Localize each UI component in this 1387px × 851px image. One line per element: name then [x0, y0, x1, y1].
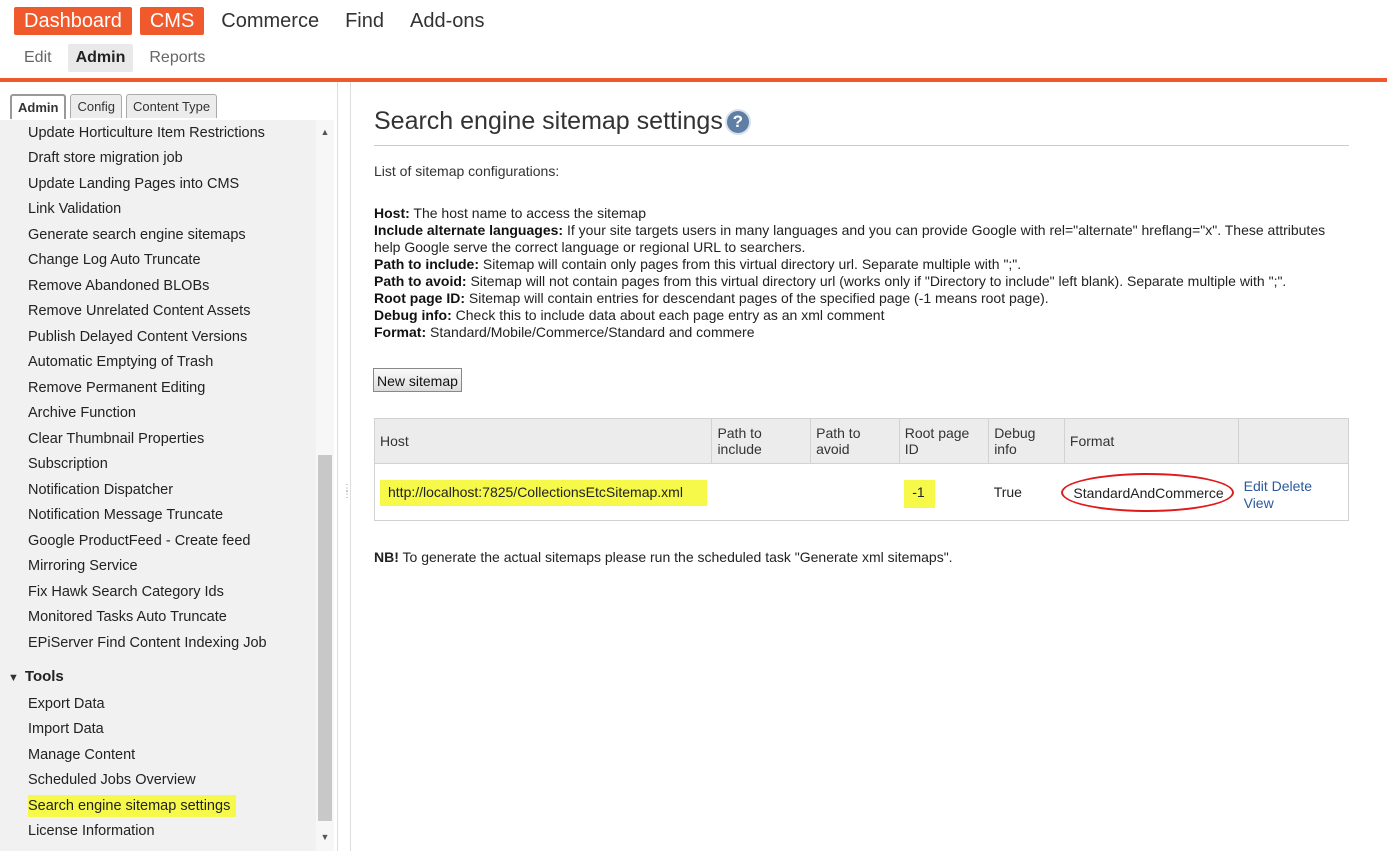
- intro-text: List of sitemap configurations:: [374, 163, 560, 179]
- scroll-thumb[interactable]: [318, 455, 332, 821]
- tree-item-job[interactable]: Notification Message Truncate: [28, 504, 223, 526]
- delete-link[interactable]: Delete: [1272, 478, 1312, 494]
- main-content: Search engine sitemap settings? List of …: [351, 82, 1387, 851]
- tree-item-job[interactable]: Monitored Tasks Auto Truncate: [28, 606, 227, 628]
- tree-item-job[interactable]: Draft store migration job: [28, 147, 183, 169]
- tree-item-job[interactable]: Remove Permanent Editing: [28, 377, 205, 399]
- cell-debug-info: True: [988, 463, 1065, 521]
- nav-dashboard[interactable]: Dashboard: [14, 7, 132, 35]
- sitemap-table: Host Path to include Path to avoid Root …: [373, 418, 1349, 521]
- col-header-host: Host: [373, 418, 713, 464]
- tools-section-header[interactable]: ▼ Tools: [8, 666, 64, 688]
- cell-host: http://localhost:7825/CollectionsEtcSite…: [373, 463, 712, 521]
- sidebar-scrollbar[interactable]: ▲ ▼: [316, 120, 334, 851]
- collapse-triangle-icon[interactable]: ▼: [8, 667, 19, 689]
- top-navigation: Dashboard CMS Commerce Find Add-ons Edit…: [0, 0, 1387, 82]
- tree-item-tool[interactable]: License Information: [28, 820, 155, 842]
- root-page-value: -1: [904, 480, 935, 508]
- scroll-up-arrow-icon[interactable]: ▲: [316, 124, 334, 140]
- tab-content-type[interactable]: Content Type: [126, 94, 218, 118]
- field-descriptions: Host: The host name to access the sitema…: [374, 205, 1334, 341]
- tree-item-job[interactable]: Notification Dispatcher: [28, 479, 173, 501]
- page-title: Search engine sitemap settings?: [374, 107, 751, 136]
- tree-item-tool[interactable]: Import Data: [28, 718, 104, 740]
- pane-splitter[interactable]: ⋮ ⋮: [337, 82, 352, 851]
- tree-item-job[interactable]: Generate search engine sitemaps: [28, 224, 246, 246]
- tree-item-job[interactable]: Remove Abandoned BLOBs: [28, 275, 209, 297]
- nb-label: NB!: [374, 549, 399, 565]
- nb-note: NB! To generate the actual sitemaps plea…: [374, 549, 953, 565]
- format-value: StandardAndCommerce: [1061, 472, 1234, 512]
- tree-item-job[interactable]: Change Log Auto Truncate: [28, 249, 201, 271]
- cell-path-avoid: [810, 463, 900, 521]
- tree-item-job[interactable]: Subscription: [28, 453, 108, 475]
- cell-format: StandardAndCommerce: [1061, 463, 1239, 521]
- desc-path-avoid: Path to avoid: Sitemap will not contain …: [374, 273, 1287, 289]
- tree-item-job[interactable]: Remove Unrelated Content Assets: [28, 300, 250, 322]
- desc-host: Host: The host name to access the sitema…: [374, 205, 647, 221]
- subnav-reports[interactable]: Reports: [141, 44, 213, 72]
- tree-item-tool[interactable]: Manage Content: [28, 744, 135, 766]
- admin-tree: Update Horticulture Item Restrictions Dr…: [0, 120, 316, 851]
- host-value: http://localhost:7825/CollectionsEtcSite…: [380, 480, 707, 506]
- page-title-text: Search engine sitemap settings: [374, 107, 723, 135]
- desc-path-include: Path to include: Sitemap will contain on…: [374, 256, 1022, 272]
- subnav-edit[interactable]: Edit: [16, 44, 60, 72]
- col-header-debug-info: Debug info: [988, 418, 1065, 464]
- cell-path-include: [711, 463, 811, 521]
- col-header-path-avoid: Path to avoid: [810, 418, 900, 464]
- new-sitemap-button[interactable]: New sitemap: [373, 368, 462, 392]
- sidebar-tabs: Admin Config Content Type: [10, 94, 218, 119]
- title-divider: [374, 145, 1349, 146]
- tree-item-job[interactable]: Automatic Emptying of Trash: [28, 351, 213, 373]
- col-header-root-page: Root page ID: [898, 418, 990, 464]
- tab-admin[interactable]: Admin: [10, 94, 67, 119]
- view-link[interactable]: View: [1244, 495, 1274, 511]
- tree-item-job[interactable]: EPiServer Find Content Indexing Job: [28, 632, 267, 654]
- tools-heading: Tools: [24, 668, 64, 685]
- tree-item-tool[interactable]: Scheduled Jobs Overview: [28, 769, 196, 791]
- help-icon[interactable]: ?: [724, 109, 751, 136]
- tree-item-job[interactable]: Google ProductFeed - Create feed: [28, 530, 250, 552]
- tree-item-tool[interactable]: Export Data: [28, 693, 105, 715]
- nav-find[interactable]: Find: [336, 7, 393, 35]
- tree-item-job[interactable]: Publish Delayed Content Versions: [28, 326, 247, 348]
- tree-item-job[interactable]: Mirroring Service: [28, 555, 138, 577]
- col-header-format: Format: [1063, 418, 1240, 464]
- tree-item-job[interactable]: Update Landing Pages into CMS: [28, 173, 239, 195]
- cell-actions: Edit Delete View: [1238, 463, 1349, 521]
- table-row: http://localhost:7825/CollectionsEtcSite…: [373, 463, 1349, 521]
- product-menu: Dashboard CMS Commerce Find Add-ons: [14, 7, 494, 35]
- nb-text: To generate the actual sitemaps please r…: [398, 549, 953, 565]
- sub-menu: Edit Admin Reports: [16, 44, 213, 72]
- table-header-row: Host Path to include Path to avoid Root …: [373, 418, 1349, 464]
- scroll-down-arrow-icon[interactable]: ▼: [316, 829, 334, 845]
- nav-addons[interactable]: Add-ons: [401, 7, 494, 35]
- col-header-actions: [1238, 418, 1349, 464]
- tree-item-job[interactable]: Link Validation: [28, 198, 121, 220]
- nav-commerce[interactable]: Commerce: [212, 7, 328, 35]
- tree-item-job[interactable]: Clear Thumbnail Properties: [28, 428, 204, 450]
- tree-item-sitemap-settings[interactable]: Search engine sitemap settings: [28, 795, 237, 817]
- subnav-admin[interactable]: Admin: [67, 44, 134, 72]
- nav-cms[interactable]: CMS: [139, 7, 205, 35]
- edit-link[interactable]: Edit: [1244, 478, 1268, 494]
- tree-item-job[interactable]: Fix Hawk Search Category Ids: [28, 581, 224, 603]
- desc-debug-info: Debug info: Check this to include data a…: [374, 307, 885, 323]
- col-header-path-include: Path to include: [711, 418, 812, 464]
- admin-sidebar: Admin Config Content Type Update Horticu…: [0, 82, 337, 851]
- tab-config[interactable]: Config: [70, 94, 123, 118]
- tree-item-job[interactable]: Update Horticulture Item Restrictions: [28, 122, 265, 144]
- desc-alt-languages: Include alternate languages: If your sit…: [374, 222, 1326, 255]
- desc-format: Format: Standard/Mobile/Commerce/Standar…: [374, 324, 755, 340]
- cell-root-page: -1: [899, 463, 989, 521]
- desc-root-page: Root page ID: Sitemap will contain entri…: [374, 290, 1049, 306]
- tree-item-job[interactable]: Archive Function: [28, 402, 136, 424]
